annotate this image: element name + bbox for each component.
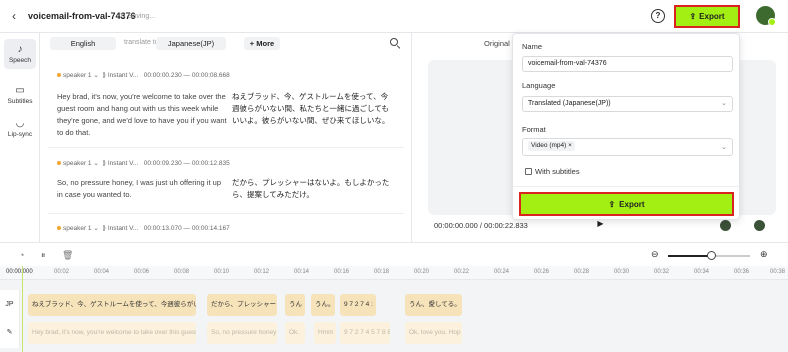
- audio-clip[interactable]: だから、プレッシャー: [207, 294, 277, 316]
- zoom-slider-handle[interactable]: [707, 251, 716, 260]
- segment-source-text[interactable]: Hey brad, it's now, you're welcome to ta…: [57, 91, 227, 139]
- segment-header: speaker 1 ⌄ ⟫ Instant V... 00:00:00.230 …: [57, 71, 230, 79]
- top-bar: ‹ voicemail-from-val-74376 ↻ Saving... ?…: [0, 0, 788, 33]
- audio-clip[interactable]: So, no pressure honey: [207, 322, 277, 344]
- ruler-tick: 00:18: [374, 269, 390, 275]
- segment-target-text[interactable]: ねえブラッド、今、ゲストルームを使って、今週彼らがいない間、私たちと一緒に過ごし…: [232, 91, 392, 127]
- ruler-tick: 00:20: [414, 269, 430, 275]
- search-icon[interactable]: [390, 38, 398, 46]
- ruler-tick: 00:32: [654, 269, 670, 275]
- avatar[interactable]: [756, 6, 776, 26]
- export-dialog: Name voicemail-from-val-74376 Language T…: [512, 33, 740, 220]
- language-select[interactable]: Translated (Japanese(JP)) ⌄: [522, 96, 733, 112]
- ruler-tick: 00:08: [174, 269, 190, 275]
- ruler-tick: 00:06: [134, 269, 150, 275]
- ruler-tick: 00:38: [770, 269, 786, 275]
- audio-clip[interactable]: うん、愛してる。: [405, 294, 462, 316]
- rail-item-subtitles[interactable]: ▭ Subtitles: [4, 80, 36, 110]
- ruler-tick: 00:04: [94, 269, 110, 275]
- segment-source-text[interactable]: So, no pressure honey, I was just uh off…: [57, 177, 227, 201]
- rail-item-speech[interactable]: ♪ Speech: [4, 39, 36, 69]
- segment-target-text[interactable]: だから、プレッシャーはないよ。もしよかったら、提案してみただけ。: [232, 177, 392, 201]
- ruler-tick: 00:16: [334, 269, 350, 275]
- audio-clip[interactable]: うん。: [311, 294, 335, 316]
- translate-to-label: translate to: [124, 39, 159, 46]
- timeline-toolbar: ◔ ⏸ 🗑 ⊖ ⊕: [0, 242, 788, 266]
- chevron-down-icon: ⌄: [721, 100, 727, 107]
- subtitles-icon: ▭: [15, 85, 25, 96]
- export-confirm-button[interactable]: ⇪ Export: [519, 192, 734, 216]
- divider: [513, 186, 739, 187]
- chevron-left-icon[interactable]: ‹: [12, 9, 16, 23]
- split-icon[interactable]: ⏸: [41, 250, 46, 261]
- segment-header: speaker 1 ⌄ ⟫ Instant V... 00:00:09.230 …: [57, 159, 230, 167]
- trash-icon[interactable]: 🗑: [62, 250, 73, 261]
- with-subtitles-label: With subtitles: [535, 167, 580, 176]
- audio-clip[interactable]: Hmm: [314, 322, 336, 344]
- ruler-tick: 00:34: [694, 269, 710, 275]
- ruler-tick: 00:10: [214, 269, 230, 275]
- playback-time: 00:00:00.000 / 00:00:22.833: [434, 221, 528, 230]
- play-icon[interactable]: ▶: [595, 219, 606, 230]
- export-button[interactable]: ⇪ Export: [674, 5, 740, 28]
- ruler-tick: 00:30: [614, 269, 630, 275]
- ruler-tick: 00:14: [294, 269, 310, 275]
- ruler-tick: 00:00:000: [6, 269, 33, 275]
- speech-icon: ♪: [17, 44, 23, 55]
- help-icon[interactable]: ?: [651, 9, 665, 23]
- export-icon: ⇪: [689, 12, 697, 21]
- track-label-jp: JP: [0, 290, 20, 320]
- segment-header: speaker 1 ⌄ ⟫ Instant V... 00:00:13.070 …: [57, 224, 230, 232]
- name-label: Name: [522, 42, 543, 51]
- zoom-out-icon[interactable]: ⊖: [651, 249, 659, 260]
- ruler-tick: 00:26: [534, 269, 550, 275]
- timeline-ruler[interactable]: 00:00:000 00:02 00:04 00:06 00:08 00:10 …: [0, 266, 788, 280]
- audio-clip[interactable]: うん: [285, 294, 305, 316]
- transcript-panel: English translate to Japanese(JP) + More…: [40, 33, 412, 242]
- audio-clip[interactable]: Ok.: [285, 322, 305, 344]
- chevron-down-icon: ⌄: [721, 144, 727, 151]
- audio-clip[interactable]: 9 7 2 7 4 :: [340, 294, 376, 316]
- lipsync-icon: ◡: [15, 118, 25, 129]
- language-bar: English translate to Japanese(JP) + More: [40, 33, 412, 53]
- audio-clip[interactable]: Hey brad, it's now, you're welcome to ta…: [28, 322, 196, 344]
- left-rail: ♪ Speech ▭ Subtitles ◡ Lip-sync: [0, 33, 40, 242]
- saving-status: ↻ Saving...: [120, 13, 156, 20]
- speaker-dot-icon: [57, 226, 61, 231]
- export-icon: ⇪: [608, 199, 616, 209]
- en-track: ✎ Hey brad, it's now, you're welcome to …: [0, 318, 788, 348]
- ruler-tick: 00:12: [254, 269, 270, 275]
- edit-icon[interactable]: ✎: [7, 329, 13, 336]
- track-label-en: ✎: [0, 318, 20, 348]
- format-chip: Video (mp4) ×: [528, 141, 575, 151]
- name-field[interactable]: voicemail-from-val-74376: [522, 56, 733, 72]
- speaker-dot-icon: [57, 73, 61, 78]
- audio-clip[interactable]: ねえブラッド、今、ゲストルームを使って、今週彼らがいない間: [28, 294, 196, 316]
- ruler-tick: 00:28: [574, 269, 590, 275]
- more-languages-button[interactable]: + More: [244, 37, 280, 50]
- format-select[interactable]: Video (mp4) × ⌄: [522, 138, 733, 156]
- language-label: Language: [522, 81, 556, 90]
- zoom-in-icon[interactable]: ⊕: [760, 249, 768, 260]
- rail-item-lip-sync[interactable]: ◡ Lip-sync: [4, 113, 36, 143]
- jp-track: JP ねえブラッド、今、ゲストルームを使って、今週彼らがいない間 だから、プレッ…: [0, 290, 788, 320]
- target-language[interactable]: Japanese(JP): [156, 37, 226, 50]
- audio-clip[interactable]: Ok, love you. Hop: [405, 322, 462, 344]
- playhead[interactable]: [22, 266, 23, 352]
- source-language[interactable]: English: [50, 37, 116, 50]
- download-icon[interactable]: [720, 220, 731, 231]
- ruler-tick: 00:24: [494, 269, 510, 275]
- ruler-tick: 00:02: [54, 269, 70, 275]
- speaker-dot-icon: [57, 161, 61, 166]
- speed-icon[interactable]: ◔: [19, 250, 24, 260]
- divider: [48, 147, 404, 148]
- settings-icon[interactable]: [754, 220, 765, 231]
- ruler-tick: 00:22: [454, 269, 470, 275]
- divider: [48, 213, 404, 214]
- format-label: Format: [522, 125, 546, 134]
- audio-clip[interactable]: 9 7 2 7 4 5 7 8 8: [340, 322, 390, 344]
- ruler-tick: 00:36: [734, 269, 750, 275]
- with-subtitles-checkbox[interactable]: [525, 168, 532, 175]
